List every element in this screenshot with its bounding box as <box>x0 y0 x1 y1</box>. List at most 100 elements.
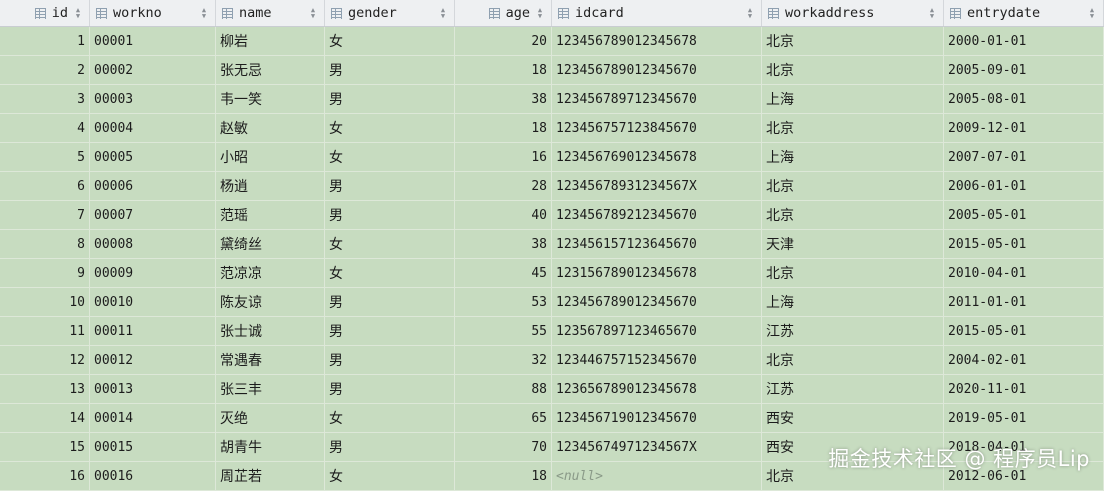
cell-age[interactable]: 65 <box>455 404 552 432</box>
cell-workaddress[interactable]: 上海 <box>762 288 944 316</box>
cell-workaddress[interactable]: 西安 <box>762 404 944 432</box>
cell-workno[interactable]: 00006 <box>90 172 216 200</box>
cell-age[interactable]: 70 <box>455 433 552 461</box>
cell-age[interactable]: 38 <box>455 85 552 113</box>
table-row[interactable]: 11 00011 张士诚 男 55 123567897123465670 江苏 2015-05… <box>0 317 1104 346</box>
cell-age[interactable]: 55 <box>455 317 552 345</box>
column-header-age[interactable]: age ▲ ▼ <box>455 0 552 26</box>
cell-gender[interactable]: 男 <box>325 375 455 403</box>
cell-workaddress[interactable]: 北京 <box>762 172 944 200</box>
cell-workno[interactable]: 00001 <box>90 27 216 55</box>
cell-entrydate[interactable]: 2009-12-01 <box>944 114 1104 142</box>
table-row[interactable]: 7 00007 范瑶 男 40 123456789212345670 北京 2005-05-0… <box>0 201 1104 230</box>
cell-gender[interactable]: 男 <box>325 201 455 229</box>
cell-id[interactable]: 16 <box>0 462 90 490</box>
cell-name[interactable]: 范凉凉 <box>216 259 325 287</box>
cell-name[interactable]: 范瑶 <box>216 201 325 229</box>
cell-name[interactable]: 周芷若 <box>216 462 325 490</box>
sort-arrows-icon[interactable]: ▲ ▼ <box>201 7 207 20</box>
cell-workaddress[interactable]: 上海 <box>762 85 944 113</box>
cell-entrydate[interactable]: 2010-04-01 <box>944 259 1104 287</box>
cell-workaddress[interactable]: 北京 <box>762 346 944 374</box>
cell-idcard[interactable]: 12345674971234567X <box>552 433 762 461</box>
cell-gender[interactable]: 女 <box>325 404 455 432</box>
cell-name[interactable]: 灭绝 <box>216 404 325 432</box>
cell-name[interactable]: 胡青牛 <box>216 433 325 461</box>
cell-name[interactable]: 柳岩 <box>216 27 325 55</box>
cell-workaddress[interactable]: 天津 <box>762 230 944 258</box>
column-header-gender[interactable]: gender ▲ ▼ <box>325 0 455 26</box>
cell-name[interactable]: 小昭 <box>216 143 325 171</box>
cell-idcard[interactable]: 123456757123845670 <box>552 114 762 142</box>
cell-name[interactable]: 黛绮丝 <box>216 230 325 258</box>
table-row[interactable]: 6 00006 杨逍 男 28 12345678931234567X 北京 2006-01-0… <box>0 172 1104 201</box>
cell-age[interactable]: 88 <box>455 375 552 403</box>
cell-gender[interactable]: 男 <box>325 317 455 345</box>
column-header-workno[interactable]: workno ▲ ▼ <box>90 0 216 26</box>
cell-age[interactable]: 40 <box>455 201 552 229</box>
cell-gender[interactable]: 女 <box>325 114 455 142</box>
table-row[interactable]: 2 00002 张无忌 男 18 123456789012345670 北京 2005-09-… <box>0 56 1104 85</box>
cell-gender[interactable]: 男 <box>325 172 455 200</box>
cell-id[interactable]: 4 <box>0 114 90 142</box>
cell-age[interactable]: 16 <box>455 143 552 171</box>
column-header-workaddress[interactable]: workaddress ▲ ▼ <box>762 0 944 26</box>
cell-workaddress[interactable]: 江苏 <box>762 375 944 403</box>
cell-id[interactable]: 10 <box>0 288 90 316</box>
cell-entrydate[interactable]: 2000-01-01 <box>944 27 1104 55</box>
cell-name[interactable]: 韦一笑 <box>216 85 325 113</box>
cell-entrydate[interactable]: 2005-09-01 <box>944 56 1104 84</box>
cell-idcard[interactable]: 123456719012345670 <box>552 404 762 432</box>
table-row[interactable]: 12 00012 常遇春 男 32 123446757152345670 北京 2004-02… <box>0 346 1104 375</box>
cell-idcard[interactable]: 123456789212345670 <box>552 201 762 229</box>
cell-name[interactable]: 赵敏 <box>216 114 325 142</box>
cell-idcard[interactable]: 123456789012345678 <box>552 27 762 55</box>
cell-gender[interactable]: 男 <box>325 56 455 84</box>
cell-workno[interactable]: 00009 <box>90 259 216 287</box>
cell-name[interactable]: 杨逍 <box>216 172 325 200</box>
cell-id[interactable]: 12 <box>0 346 90 374</box>
cell-name[interactable]: 张士诚 <box>216 317 325 345</box>
cell-workno[interactable]: 00015 <box>90 433 216 461</box>
cell-id[interactable]: 5 <box>0 143 90 171</box>
cell-workno[interactable]: 00011 <box>90 317 216 345</box>
cell-workno[interactable]: 00010 <box>90 288 216 316</box>
cell-workaddress[interactable]: 北京 <box>762 56 944 84</box>
table-row[interactable]: 5 00005 小昭 女 16 123456769012345678 上海 2007-07-0… <box>0 143 1104 172</box>
table-row[interactable]: 14 00014 灭绝 女 65 123456719012345670 西安 2019-05-… <box>0 404 1104 433</box>
cell-name[interactable]: 常遇春 <box>216 346 325 374</box>
cell-id[interactable]: 2 <box>0 56 90 84</box>
cell-id[interactable]: 8 <box>0 230 90 258</box>
cell-id[interactable]: 1 <box>0 27 90 55</box>
cell-entrydate[interactable]: 2019-05-01 <box>944 404 1104 432</box>
cell-workno[interactable]: 00002 <box>90 56 216 84</box>
cell-workno[interactable]: 00014 <box>90 404 216 432</box>
cell-idcard[interactable]: 123156789012345678 <box>552 259 762 287</box>
cell-idcard[interactable]: 12345678931234567X <box>552 172 762 200</box>
cell-gender[interactable]: 女 <box>325 259 455 287</box>
cell-entrydate[interactable]: 2007-07-01 <box>944 143 1104 171</box>
cell-age[interactable]: 18 <box>455 462 552 490</box>
cell-gender[interactable]: 男 <box>325 85 455 113</box>
cell-workno[interactable]: 00004 <box>90 114 216 142</box>
cell-workaddress[interactable]: 北京 <box>762 259 944 287</box>
cell-idcard[interactable]: 123456769012345678 <box>552 143 762 171</box>
cell-idcard[interactable]: 123656789012345678 <box>552 375 762 403</box>
column-header-entrydate[interactable]: entrydate ▲ ▼ <box>944 0 1104 26</box>
cell-workno[interactable]: 00003 <box>90 85 216 113</box>
sort-arrows-icon[interactable]: ▲ ▼ <box>1089 7 1095 20</box>
cell-idcard[interactable]: <null> <box>552 462 762 490</box>
cell-workaddress[interactable]: 上海 <box>762 143 944 171</box>
cell-entrydate[interactable]: 2004-02-01 <box>944 346 1104 374</box>
cell-workno[interactable]: 00008 <box>90 230 216 258</box>
table-row[interactable]: 9 00009 范凉凉 女 45 123156789012345678 北京 2010-04-… <box>0 259 1104 288</box>
sort-arrows-icon[interactable]: ▲ ▼ <box>929 7 935 20</box>
table-row[interactable]: 1 00001 柳岩 女 20 123456789012345678 北京 2000-01-0… <box>0 27 1104 56</box>
cell-entrydate[interactable]: 2005-08-01 <box>944 85 1104 113</box>
sort-arrows-icon[interactable]: ▲ ▼ <box>747 7 753 20</box>
cell-workno[interactable]: 00013 <box>90 375 216 403</box>
sort-arrows-icon[interactable]: ▲ ▼ <box>537 7 543 20</box>
column-header-idcard[interactable]: idcard ▲ ▼ <box>552 0 762 26</box>
table-row[interactable]: 8 00008 黛绮丝 女 38 123456157123645670 天津 2015-05-… <box>0 230 1104 259</box>
column-header-name[interactable]: name ▲ ▼ <box>216 0 325 26</box>
